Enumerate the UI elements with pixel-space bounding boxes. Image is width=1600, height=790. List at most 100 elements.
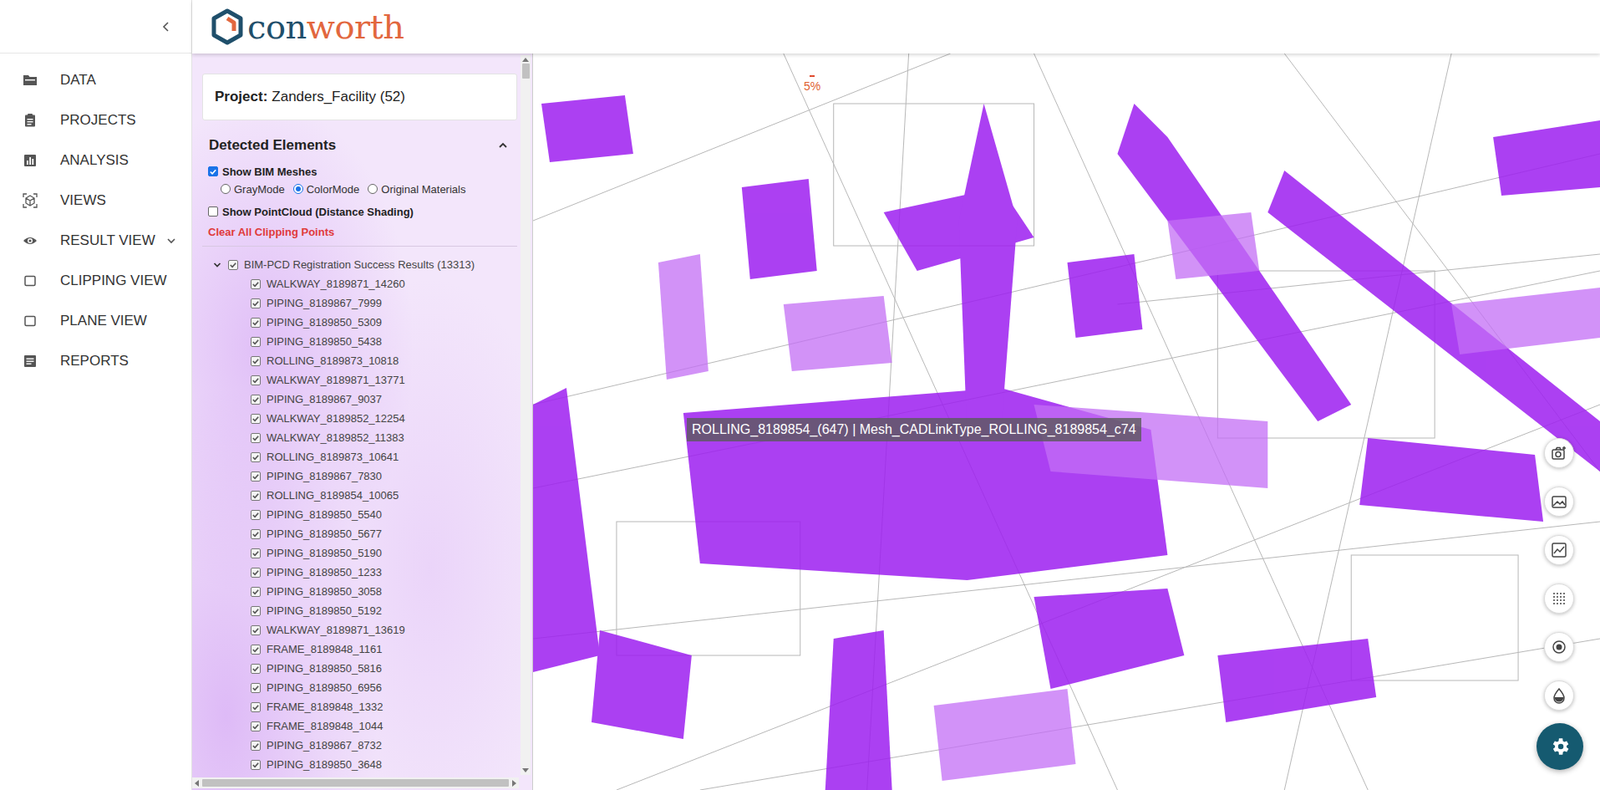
tree-item[interactable]: FRAME_8189848_1161 bbox=[202, 639, 518, 659]
nav-item[interactable]: RESULT VIEW bbox=[0, 220, 192, 261]
mode-radio[interactable]: GrayMode bbox=[220, 182, 285, 196]
tree-item[interactable]: PIPING_8189867_9037 bbox=[202, 389, 518, 409]
nav-item[interactable]: VIEWS bbox=[0, 180, 192, 221]
show-pointcloud-checkbox[interactable]: Show PointCloud (Distance Shading) bbox=[202, 202, 518, 221]
tool-button[interactable] bbox=[1544, 583, 1575, 614]
tree-item[interactable]: PIPING_8189867_8732 bbox=[202, 735, 518, 755]
tree-item[interactable]: PIPING_8189850_3058 bbox=[202, 581, 518, 601]
check-icon bbox=[251, 433, 260, 442]
checkbox[interactable] bbox=[250, 452, 261, 463]
settings-button[interactable] bbox=[1536, 722, 1584, 770]
checkbox[interactable] bbox=[250, 682, 261, 693]
tree-item[interactable]: FRAME_8189848_1332 bbox=[202, 696, 518, 717]
radio-button[interactable] bbox=[293, 183, 304, 194]
tree-item[interactable]: PIPING_8189850_3648 bbox=[202, 754, 518, 774]
checkbox[interactable] bbox=[250, 605, 261, 616]
nav-item[interactable]: DATA bbox=[0, 60, 192, 101]
checkbox[interactable] bbox=[250, 548, 261, 559]
tool-button[interactable] bbox=[1544, 534, 1575, 565]
tool-button[interactable] bbox=[1544, 631, 1575, 662]
tool-button[interactable] bbox=[1544, 437, 1575, 468]
checkbox[interactable] bbox=[250, 471, 261, 482]
clear-clipping-link[interactable]: Clear All Clipping Points bbox=[202, 225, 518, 241]
scroll-right-icon[interactable] bbox=[512, 779, 517, 787]
tool-button[interactable] bbox=[1544, 486, 1575, 517]
folder-icon bbox=[22, 72, 38, 88]
tree-label: PIPING_8189867_7999 bbox=[266, 296, 382, 310]
tree-item[interactable]: WALKWAY_8189852_12254 bbox=[202, 408, 518, 428]
tree-item[interactable]: WALKWAY_8189871_13771 bbox=[202, 370, 518, 390]
tree-item[interactable]: WALKWAY_8189871_13619 bbox=[202, 619, 518, 640]
checkbox[interactable] bbox=[250, 355, 261, 366]
tree-item[interactable]: WALKWAY_8189871_14260 bbox=[202, 274, 518, 294]
chevron-down-icon[interactable] bbox=[212, 259, 223, 270]
checkbox[interactable] bbox=[208, 166, 219, 177]
checkbox[interactable] bbox=[250, 759, 261, 770]
tree-item[interactable]: PIPING_8189850_6956 bbox=[202, 677, 518, 697]
tree-item[interactable]: PIPING_8189850_5192 bbox=[202, 600, 518, 620]
radio-button[interactable] bbox=[367, 183, 378, 194]
scroll-left-icon[interactable] bbox=[194, 779, 199, 787]
checkbox[interactable] bbox=[250, 663, 261, 674]
scrollbar-thumb[interactable] bbox=[522, 63, 530, 79]
checkbox[interactable] bbox=[208, 206, 219, 217]
tree-item[interactable]: PIPING_8189850_5438 bbox=[202, 331, 518, 351]
tree-item[interactable]: PIPING_8189850_5540 bbox=[202, 504, 518, 524]
nav-item[interactable]: ANALYSIS bbox=[0, 140, 192, 181]
tree-item[interactable]: PIPING_8189850_1233 bbox=[202, 562, 518, 582]
checkbox[interactable] bbox=[228, 259, 239, 270]
tree-item[interactable]: PIPING_8189867_7830 bbox=[202, 466, 518, 486]
vertical-scrollbar[interactable] bbox=[520, 55, 531, 775]
checkbox[interactable] bbox=[250, 432, 261, 443]
checkbox[interactable] bbox=[250, 336, 261, 347]
tree-item[interactable]: PIPING_8189867_7999 bbox=[202, 293, 518, 313]
tree-item[interactable]: ROLLING_8189873_10818 bbox=[202, 350, 518, 371]
element-tooltip: ROLLING_8189854_(647) | Mesh_CADLinkType… bbox=[686, 417, 1142, 442]
checkbox[interactable] bbox=[250, 279, 261, 290]
checkbox[interactable] bbox=[250, 721, 261, 732]
nav-item[interactable]: CLIPPING VIEW bbox=[0, 260, 192, 301]
checkbox[interactable] bbox=[250, 394, 261, 405]
tree-item[interactable]: PIPING_8189850_5309 bbox=[202, 312, 518, 332]
tree-item[interactable]: PIPING_8189850_5677 bbox=[202, 523, 518, 544]
logo[interactable]: conworth bbox=[210, 8, 405, 46]
checkbox[interactable] bbox=[250, 567, 261, 578]
tree-item[interactable]: FRAME_8189848_1044 bbox=[202, 716, 518, 736]
show-bim-checkbox[interactable]: Show BIM Meshes bbox=[202, 162, 518, 181]
nav-item[interactable]: REPORTS bbox=[0, 340, 192, 381]
checkbox[interactable] bbox=[250, 644, 261, 655]
checkbox[interactable] bbox=[250, 528, 261, 539]
nav-item[interactable]: PROJECTS bbox=[0, 100, 192, 141]
horizontal-scrollbar[interactable] bbox=[192, 777, 519, 788]
checkbox[interactable] bbox=[250, 375, 261, 386]
checkbox[interactable] bbox=[250, 413, 261, 424]
checkbox[interactable] bbox=[250, 509, 261, 520]
tree-root[interactable]: BIM-PCD Registration Success Results (13… bbox=[202, 254, 518, 275]
mode-radio[interactable]: Original Materials bbox=[367, 182, 466, 196]
checkbox[interactable] bbox=[250, 701, 261, 712]
checkbox[interactable] bbox=[250, 740, 261, 751]
radio-button[interactable] bbox=[220, 183, 231, 194]
project-card: Project:Zanders_Facility (52) bbox=[202, 73, 518, 121]
nav-item[interactable]: PLANE VIEW bbox=[0, 300, 192, 341]
scrollbar-thumb[interactable] bbox=[202, 778, 509, 787]
checkbox[interactable] bbox=[250, 624, 261, 635]
checkbox[interactable] bbox=[250, 298, 261, 309]
nav-label: REPORTS bbox=[60, 352, 129, 370]
tree-item[interactable]: PIPING_8189850_5816 bbox=[202, 658, 518, 678]
mode-radio[interactable]: ColorMode bbox=[293, 182, 361, 196]
chevron-left-icon[interactable] bbox=[159, 20, 173, 34]
scroll-up-icon[interactable] bbox=[522, 57, 529, 62]
tree-item[interactable]: ROLLING_8189873_10641 bbox=[202, 446, 518, 467]
checkbox[interactable] bbox=[250, 317, 261, 328]
chevron-up-icon[interactable] bbox=[497, 139, 509, 152]
tool-button[interactable] bbox=[1544, 680, 1575, 711]
3d-viewport[interactable]: 5%ROLLING_8189854_(647) | Mesh_CADLinkTy… bbox=[533, 53, 1600, 790]
scroll-down-icon[interactable] bbox=[522, 767, 529, 773]
detected-elements-header[interactable]: Detected Elements bbox=[202, 133, 518, 158]
tree-item[interactable]: ROLLING_8189854_10065 bbox=[202, 485, 518, 505]
tree-item[interactable]: WALKWAY_8189852_11383 bbox=[202, 427, 518, 447]
checkbox[interactable] bbox=[250, 490, 261, 501]
checkbox[interactable] bbox=[250, 586, 261, 597]
tree-item[interactable]: PIPING_8189850_5190 bbox=[202, 543, 518, 563]
